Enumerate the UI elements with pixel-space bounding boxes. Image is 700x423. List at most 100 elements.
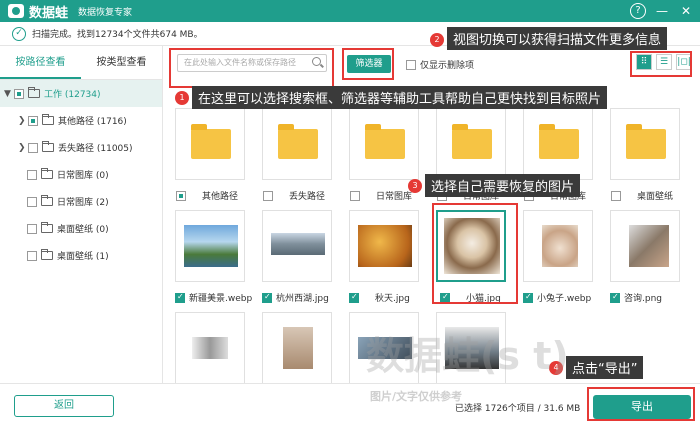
folder-name: 丢失路径 bbox=[289, 192, 326, 202]
export-button[interactable]: 导出 bbox=[593, 395, 691, 419]
close-icon[interactable]: ✕ bbox=[678, 3, 694, 19]
item-checkbox[interactable] bbox=[610, 292, 620, 303]
folder-card[interactable] bbox=[436, 108, 506, 180]
tree-item-label: 工作 (12734) bbox=[44, 90, 101, 100]
tab-by-path[interactable]: 按路径查看 bbox=[0, 46, 81, 79]
image-card[interactable] bbox=[175, 312, 245, 383]
folder-label[interactable]: 丢失路径 bbox=[263, 189, 325, 202]
image-card[interactable] bbox=[262, 312, 332, 383]
image-label[interactable]: 杭州西湖.jpg bbox=[262, 291, 329, 304]
left-panel: 按路径查看 按类型查看 ▼ 工作 (12734) ❯ 其他路径 (1716) ❯… bbox=[0, 46, 163, 383]
tree-checkbox[interactable] bbox=[27, 250, 37, 261]
search-highlight-box bbox=[169, 48, 334, 88]
tree-item-wallpaper-1[interactable]: 桌面壁纸 (1) bbox=[0, 242, 162, 269]
tree-item-other-paths[interactable]: ❯ 其他路径 (1716) bbox=[0, 107, 162, 134]
callout-4: 点击“导出” bbox=[566, 356, 644, 379]
tree-checkbox[interactable] bbox=[27, 223, 37, 234]
image-name: 杭州西湖.jpg bbox=[276, 294, 329, 304]
image-label[interactable]: 秋天.jpg bbox=[349, 291, 410, 304]
deleted-only-label: 仅显示删除项 bbox=[420, 61, 475, 71]
deleted-only-toggle[interactable]: 仅显示删除项 bbox=[406, 58, 474, 71]
consult-thumbnail bbox=[629, 225, 669, 267]
folder-icon bbox=[191, 124, 231, 159]
view-highlight-box bbox=[630, 51, 692, 77]
deleted-only-checkbox[interactable] bbox=[406, 59, 416, 70]
help-icon[interactable]: ? bbox=[630, 3, 646, 19]
image-card[interactable] bbox=[262, 210, 332, 282]
key-thumbnail bbox=[192, 337, 228, 359]
folder-name: 其他路径 bbox=[202, 192, 239, 202]
app-subtitle: 数据恢复专家 bbox=[78, 7, 133, 18]
image-card[interactable] bbox=[523, 210, 593, 282]
image-label[interactable]: 咨询.png bbox=[610, 291, 662, 304]
folder-icon bbox=[28, 87, 40, 98]
folder-label[interactable]: 其他路径 bbox=[176, 189, 238, 202]
item-checkbox[interactable] bbox=[262, 292, 272, 303]
tree-item-label: 丢失路径 (11005) bbox=[58, 144, 133, 154]
folder-card[interactable] bbox=[349, 108, 419, 180]
image-label[interactable]: 新疆美景.webp bbox=[175, 291, 252, 304]
image-card[interactable] bbox=[610, 210, 680, 282]
folder-icon bbox=[42, 114, 54, 125]
folder-label[interactable]: 桌面壁纸 bbox=[611, 189, 673, 202]
tree-item-wallpaper-0[interactable]: 桌面壁纸 (0) bbox=[0, 215, 162, 242]
title-bar: 数据蛙 数据恢复专家 ? — ✕ bbox=[0, 0, 700, 22]
cat-thumbnail bbox=[283, 327, 313, 369]
caret-down-icon[interactable]: ▼ bbox=[4, 89, 14, 99]
folder-label[interactable]: 日常图库 bbox=[350, 189, 412, 202]
folder-card[interactable] bbox=[610, 108, 680, 180]
item-checkbox[interactable] bbox=[611, 190, 621, 201]
folder-icon bbox=[539, 124, 579, 159]
selected-info: 已选择 1726个项目 / 31.6 MB bbox=[455, 404, 581, 414]
callout-number-3: 3 bbox=[408, 179, 422, 193]
caret-right-icon[interactable]: ❯ bbox=[18, 143, 28, 153]
folder-card[interactable] bbox=[175, 108, 245, 180]
folder-icon bbox=[626, 124, 666, 159]
tree-item-label: 日常图库 (2) bbox=[57, 198, 109, 208]
item-checkbox[interactable] bbox=[350, 190, 360, 201]
app-name: 数据蛙 bbox=[29, 5, 69, 21]
filter-highlight-box bbox=[342, 48, 394, 80]
folder-name: 桌面壁纸 bbox=[637, 192, 674, 202]
tree-item-lost-paths[interactable]: ❯ 丢失路径 (11005) bbox=[0, 134, 162, 161]
tab-by-type[interactable]: 按类型查看 bbox=[81, 46, 162, 79]
tree-checkbox[interactable] bbox=[14, 88, 24, 99]
folder-card[interactable] bbox=[262, 108, 332, 180]
tree-checkbox[interactable] bbox=[27, 169, 37, 180]
app-logo: 数据蛙 数据恢复专家 bbox=[8, 2, 132, 21]
tree-item-gallery-0[interactable]: 日常图库 (0) bbox=[0, 161, 162, 188]
tree-checkbox[interactable] bbox=[27, 196, 37, 207]
tree-checkbox[interactable] bbox=[28, 115, 38, 126]
rabbit-thumbnail bbox=[542, 225, 578, 267]
item-checkbox[interactable] bbox=[523, 292, 533, 303]
folder-icon bbox=[278, 124, 318, 159]
caret-right-icon[interactable]: ❯ bbox=[18, 116, 28, 126]
callout-number-1: 1 bbox=[175, 91, 189, 105]
minimize-icon[interactable]: — bbox=[654, 3, 670, 19]
tree-item-label: 桌面壁纸 (1) bbox=[57, 252, 109, 262]
image-card[interactable] bbox=[175, 210, 245, 282]
folder-icon bbox=[41, 195, 53, 206]
back-button[interactable]: 返回 bbox=[14, 395, 114, 417]
tree-checkbox[interactable] bbox=[28, 142, 38, 153]
tree-item-work[interactable]: ▼ 工作 (12734) bbox=[0, 80, 162, 107]
folder-card[interactable] bbox=[523, 108, 593, 180]
tree-item-label: 桌面壁纸 (0) bbox=[57, 225, 109, 235]
folder-icon bbox=[41, 249, 53, 260]
image-name: 新疆美景.webp bbox=[189, 294, 253, 304]
item-checkbox[interactable] bbox=[175, 292, 185, 303]
item-checkbox[interactable] bbox=[349, 292, 359, 303]
item-checkbox[interactable] bbox=[176, 190, 186, 201]
item-checkbox[interactable] bbox=[263, 190, 273, 201]
callout-number-2: 2 bbox=[430, 33, 444, 47]
image-name: 咨询.png bbox=[624, 294, 662, 304]
folder-icon bbox=[41, 222, 53, 233]
bottom-bar: 返回 已选择 1726个项目 / 31.6 MB 导出 bbox=[0, 383, 700, 423]
folder-icon bbox=[41, 168, 53, 179]
tree-item-gallery-2[interactable]: 日常图库 (2) bbox=[0, 188, 162, 215]
frog-logo-icon bbox=[8, 4, 24, 18]
image-card[interactable] bbox=[349, 210, 419, 282]
image-label[interactable]: 小兔子.webp bbox=[523, 291, 591, 304]
callout-1: 在这里可以选择搜索框、筛选器等辅助工具帮助自己更快找到目标照片 bbox=[192, 86, 608, 109]
folder-icon bbox=[42, 141, 54, 152]
